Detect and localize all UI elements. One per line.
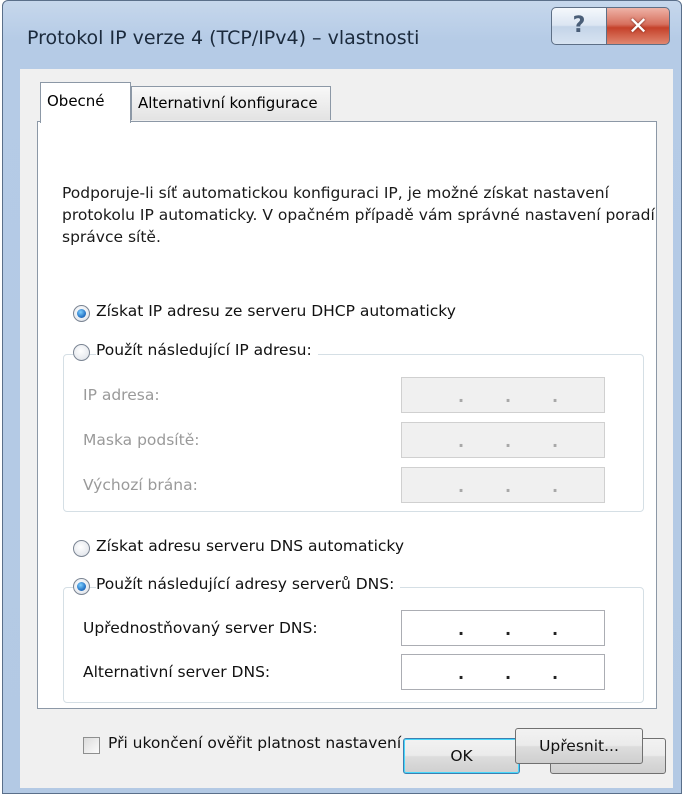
radio-ip-manual-label[interactable]: Použít následující IP adresu: xyxy=(96,341,318,359)
alternate-dns-label: Alternativní server DNS: xyxy=(83,663,271,681)
preferred-dns-field[interactable]: . . . xyxy=(401,610,605,646)
description-text: Podporuje-li síť automatickou konfigurac… xyxy=(62,184,655,246)
tab-panel-general: Podporuje-li síť automatickou konfigurac… xyxy=(37,121,657,764)
window-title: Protokol IP verze 4 (TCP/IPv4) – vlastno… xyxy=(27,27,420,49)
subnet-mask-field: . . . xyxy=(401,422,605,458)
radio-dns-manual[interactable] xyxy=(73,578,90,595)
radio-ip-manual[interactable] xyxy=(73,344,90,361)
help-icon: ? xyxy=(572,13,586,38)
radio-dns-manual-label[interactable]: Použít následující adresy serverů DNS: xyxy=(96,575,401,593)
validate-checkbox-label[interactable]: Při ukončení ověřit platnost nastavení xyxy=(108,734,407,752)
default-gateway-field: . . . xyxy=(401,467,605,503)
ip-address-label: IP adresa: xyxy=(83,386,160,404)
radio-ip-auto-label[interactable]: Získat IP adresu ze serveru DHCP automat… xyxy=(96,302,462,320)
close-button[interactable]: ✕ xyxy=(606,7,670,45)
ip-address-field: . . . xyxy=(401,377,605,413)
tab-alternative-config[interactable]: Alternativní konfigurace xyxy=(131,86,331,120)
dialog-window: Protokol IP verze 4 (TCP/IPv4) – vlastno… xyxy=(2,0,682,794)
radio-ip-auto[interactable] xyxy=(73,305,90,322)
preferred-dns-label: Upřednostňovaný server DNS: xyxy=(83,619,318,637)
subnet-mask-label: Maska podsítě: xyxy=(83,431,200,449)
ok-button[interactable]: OK xyxy=(403,738,520,774)
tab-general[interactable]: Obecné xyxy=(40,82,131,123)
radio-dns-auto[interactable] xyxy=(73,540,90,557)
default-gateway-label: Výchozí brána: xyxy=(83,476,198,494)
alternate-dns-field[interactable]: . . . xyxy=(401,654,605,690)
help-button[interactable]: ? xyxy=(551,7,607,45)
advanced-button[interactable]: Upřesnit... xyxy=(515,728,643,764)
close-icon: ✕ xyxy=(627,12,649,40)
validate-checkbox[interactable] xyxy=(83,737,100,754)
dialog-client-area: Obecné Alternativní konfigurace Podporuj… xyxy=(20,69,673,788)
title-bar[interactable]: Protokol IP verze 4 (TCP/IPv4) – vlastno… xyxy=(3,1,681,67)
radio-dns-auto-label[interactable]: Získat adresu serveru DNS automaticky xyxy=(96,537,411,555)
